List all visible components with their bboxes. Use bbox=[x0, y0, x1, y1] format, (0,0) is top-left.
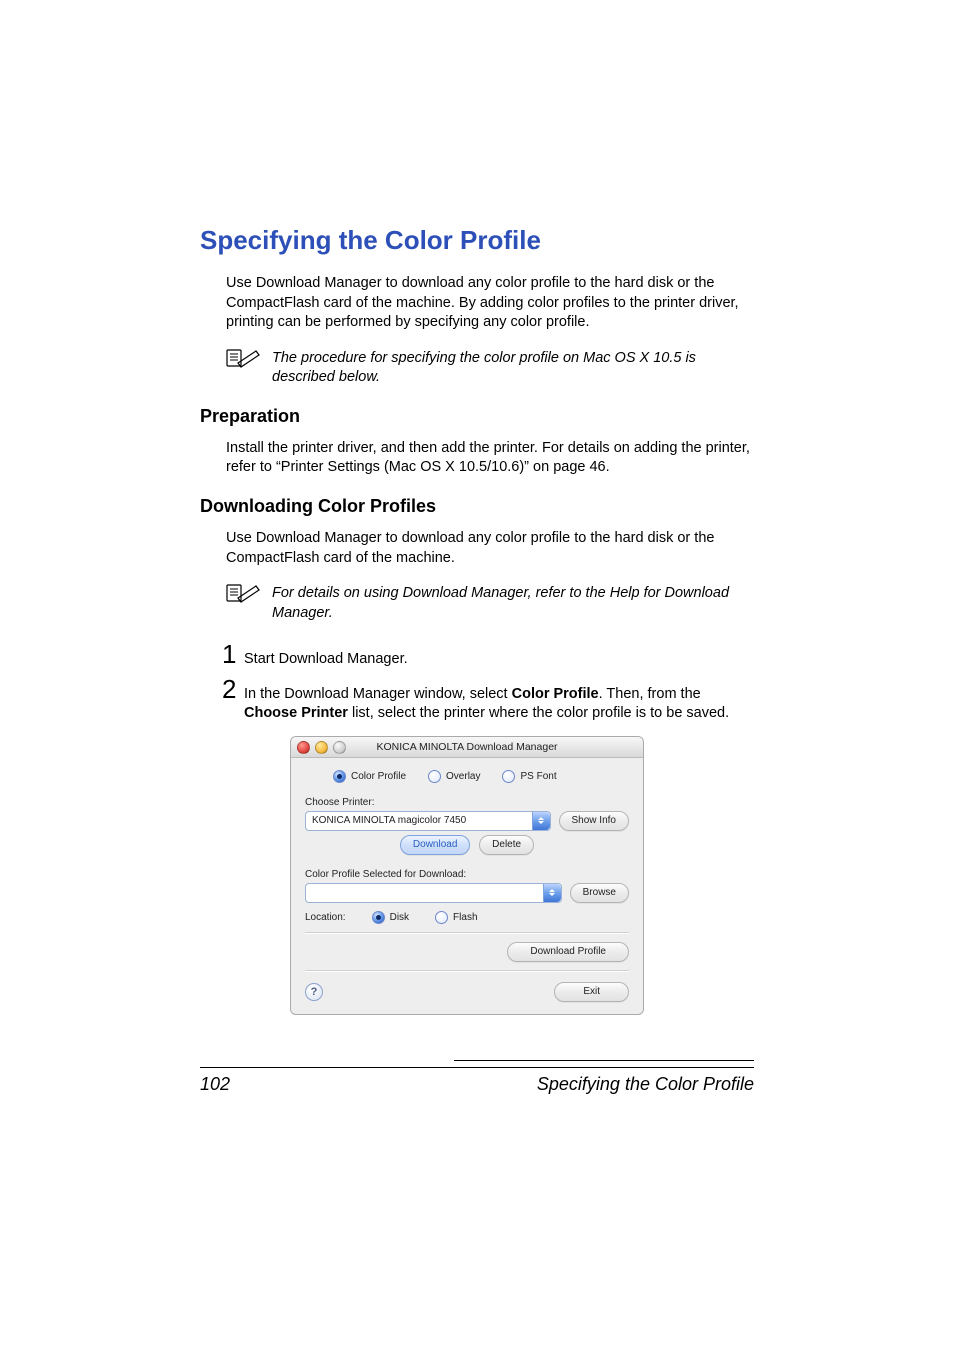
window-close-icon[interactable] bbox=[297, 741, 310, 754]
step-1-text: Start Download Manager. bbox=[244, 644, 408, 670]
radio-flash-label: Flash bbox=[453, 912, 477, 923]
choose-printer-label: Choose Printer: bbox=[305, 797, 629, 808]
delete-button[interactable]: Delete bbox=[479, 835, 534, 855]
profile-combo[interactable] bbox=[305, 883, 562, 903]
step-2-text: In the Download Manager window, select C… bbox=[244, 679, 754, 724]
page-title: Specifying the Color Profile bbox=[200, 225, 754, 256]
preparation-heading: Preparation bbox=[200, 406, 754, 427]
location-label: Location: bbox=[305, 912, 346, 923]
footer-section-title: Specifying the Color Profile bbox=[537, 1074, 754, 1095]
radio-flash[interactable]: Flash bbox=[435, 911, 477, 924]
footer-rule bbox=[200, 1067, 754, 1068]
step-2-a: In the Download Manager window, select bbox=[244, 686, 512, 702]
radio-ps-font[interactable]: PS Font bbox=[502, 770, 556, 783]
radio-disk[interactable]: Disk bbox=[372, 911, 409, 924]
window-titlebar[interactable]: KONICA MINOLTA Download Manager bbox=[291, 737, 643, 758]
preparation-text: Install the printer driver, and then add… bbox=[226, 439, 754, 478]
window-title: KONICA MINOLTA Download Manager bbox=[376, 741, 557, 753]
radio-color-profile-label: Color Profile bbox=[351, 771, 406, 782]
radio-color-profile[interactable]: Color Profile bbox=[333, 770, 406, 783]
step-number-2: 2 bbox=[222, 676, 244, 702]
step-number-1: 1 bbox=[222, 641, 244, 667]
note-icon bbox=[226, 347, 264, 374]
step-2-b: . Then, from the bbox=[599, 686, 701, 702]
radio-overlay[interactable]: Overlay bbox=[428, 770, 480, 783]
help-icon[interactable]: ? bbox=[305, 983, 323, 1001]
radio-disk-label: Disk bbox=[390, 912, 409, 923]
window-minimize-icon[interactable] bbox=[315, 741, 328, 754]
downloading-heading: Downloading Color Profiles bbox=[200, 496, 754, 517]
exit-button[interactable]: Exit bbox=[554, 982, 629, 1002]
chevron-updown-icon[interactable] bbox=[543, 884, 561, 902]
profile-selected-label: Color Profile Selected for Download: bbox=[305, 869, 629, 880]
separator bbox=[305, 970, 629, 972]
step-2-c: list, select the printer where the color… bbox=[348, 705, 729, 721]
note-icon bbox=[226, 582, 264, 609]
window-zoom-icon[interactable] bbox=[333, 741, 346, 754]
browse-button[interactable]: Browse bbox=[570, 883, 629, 903]
footer-rule-short bbox=[454, 1060, 754, 1061]
chevron-updown-icon[interactable] bbox=[532, 812, 550, 830]
download-manager-window: KONICA MINOLTA Download Manager Color Pr… bbox=[290, 736, 644, 1015]
choose-printer-value: KONICA MINOLTA magicolor 7450 bbox=[312, 815, 466, 826]
separator bbox=[305, 932, 629, 934]
radio-overlay-label: Overlay bbox=[446, 771, 480, 782]
downloading-intro: Use Download Manager to download any col… bbox=[226, 529, 754, 568]
intro-paragraph: Use Download Manager to download any col… bbox=[226, 274, 754, 333]
radio-ps-font-label: PS Font bbox=[520, 771, 556, 782]
download-button[interactable]: Download bbox=[400, 835, 470, 855]
download-profile-button[interactable]: Download Profile bbox=[507, 942, 629, 962]
choose-printer-combo[interactable]: KONICA MINOLTA magicolor 7450 bbox=[305, 811, 551, 831]
note-text: The procedure for specifying the color p… bbox=[272, 347, 754, 388]
show-info-button[interactable]: Show Info bbox=[559, 811, 629, 831]
downloading-note: For details on using Download Manager, r… bbox=[272, 582, 754, 623]
step-2-bold1: Color Profile bbox=[512, 686, 599, 702]
step-2-bold2: Choose Printer bbox=[244, 705, 348, 721]
page-number: 102 bbox=[200, 1074, 230, 1095]
